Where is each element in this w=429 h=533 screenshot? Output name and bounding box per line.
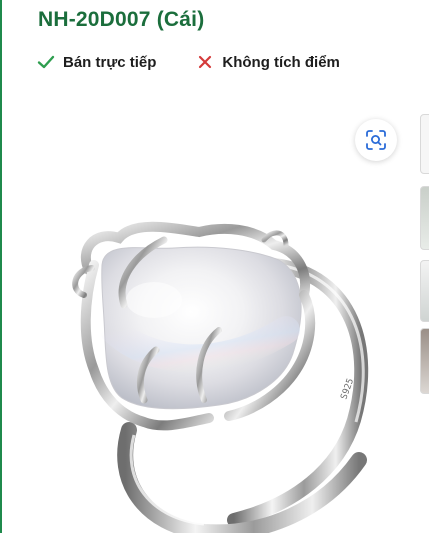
scan-search-icon bbox=[366, 130, 386, 150]
thumbnail-item[interactable] bbox=[420, 260, 429, 322]
image-search-button[interactable] bbox=[355, 119, 397, 161]
pearl-ring-image: S925 bbox=[72, 221, 369, 533]
left-border bbox=[0, 0, 2, 533]
badge-no-points-label: Không tích điểm bbox=[222, 53, 340, 71]
thumbnail-item[interactable] bbox=[420, 186, 429, 250]
thumbnail-item[interactable] bbox=[420, 328, 429, 394]
close-icon bbox=[199, 55, 212, 69]
check-icon bbox=[37, 55, 55, 69]
product-main-image[interactable]: S925 bbox=[24, 100, 416, 533]
product-code-title: NH-20D007 (Cái) bbox=[38, 8, 205, 31]
thumbnail-strip bbox=[420, 110, 429, 533]
product-badges: Bán trực tiếp Không tích điểm bbox=[37, 53, 340, 71]
badge-direct-sale: Bán trực tiếp bbox=[37, 53, 156, 71]
badge-no-points: Không tích điểm bbox=[196, 53, 340, 71]
thumbnail-item[interactable] bbox=[420, 114, 429, 174]
badge-direct-sale-label: Bán trực tiếp bbox=[63, 53, 157, 71]
